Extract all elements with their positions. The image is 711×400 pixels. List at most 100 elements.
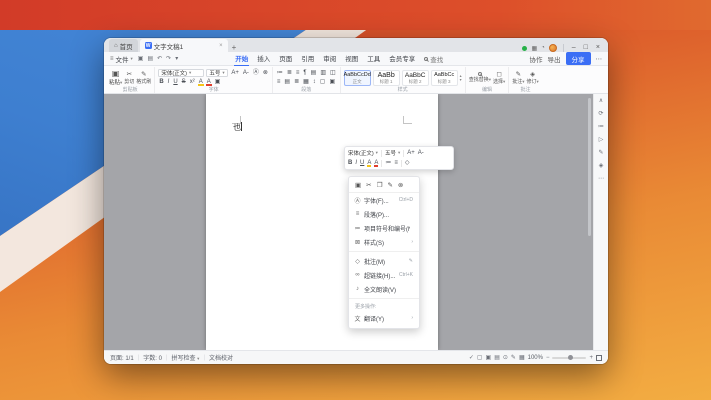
menu-item-comment[interactable]: ◇ 批注(M) ✎ <box>349 254 419 268</box>
style-chip-heading1[interactable]: AaBb 标题 1 <box>373 70 400 86</box>
save-icon[interactable]: ▣ <box>138 55 144 62</box>
align-center-icon[interactable]: ▤ <box>283 78 291 86</box>
tab-tools[interactable]: 工具 <box>366 52 381 65</box>
format-painter-button[interactable]: ✎ 格式刷 <box>136 71 151 85</box>
tab-member[interactable]: 会员专享 <box>388 52 416 65</box>
outline-pane-icon[interactable]: ≔ <box>598 123 604 130</box>
collapse-ribbon-icon[interactable]: ∧ <box>599 97 603 104</box>
zoom-level[interactable]: 100% <box>528 355 543 361</box>
tab-view[interactable]: 视图 <box>344 52 359 65</box>
delete-icon[interactable]: ⊗ <box>398 181 403 189</box>
select-button[interactable]: ◻ 选择▾ <box>493 71 505 85</box>
edit-mode-icon[interactable]: ✎ <box>511 354 516 361</box>
mini-list-icon[interactable]: ≔ <box>385 159 391 167</box>
export-button[interactable]: 导出 <box>548 54 561 64</box>
zoom-in-icon[interactable]: + <box>589 355 593 361</box>
clear-format-icon[interactable]: ⊗ <box>262 69 269 77</box>
mini-font-select[interactable]: 宋体(正文)▾ <box>348 149 378 157</box>
font-family-select[interactable]: 宋体(正文)▾ <box>158 69 204 77</box>
highlight-color-icon[interactable]: A <box>198 78 204 86</box>
fullwidth-icon[interactable]: ▦ <box>519 354 525 361</box>
menu-item-translate[interactable]: 文 翻译(Y) › <box>349 311 419 325</box>
border-icon[interactable]: ▣ <box>328 78 336 86</box>
minimize-button[interactable]: – <box>570 44 578 52</box>
mini-font-color-icon[interactable]: A <box>374 159 378 167</box>
char-border-icon[interactable]: ▣ <box>214 78 222 86</box>
menu-item-bullets-numbering[interactable]: ≔ 项目符号和编号(N)... <box>349 221 419 235</box>
history-icon[interactable]: ⟳ <box>598 110 603 117</box>
cloud-sync-status-icon[interactable] <box>522 46 527 51</box>
bookmark-icon[interactable]: ▷ <box>599 136 604 143</box>
columns-icon[interactable]: ◫ <box>329 69 337 77</box>
share-button[interactable]: 分享 <box>566 52 591 65</box>
user-avatar[interactable] <box>549 44 557 52</box>
document-text[interactable]: 也 <box>233 122 242 133</box>
menu-more-icon[interactable]: ⋯ <box>596 55 603 63</box>
revise-button[interactable]: ◈ 修订▾ <box>527 71 539 85</box>
fullscreen-icon[interactable] <box>596 355 602 361</box>
style-chip-heading2[interactable]: AaBbC 标题 2 <box>402 70 429 86</box>
grow-font-icon[interactable]: A+ <box>230 69 240 77</box>
collab-button[interactable]: 协作 <box>530 54 543 64</box>
menu-item-read-aloud[interactable]: ♪ 全文朗读(V) <box>349 282 419 296</box>
underline-icon[interactable]: U <box>172 78 178 86</box>
document-canvas[interactable]: 也 宋体(正文)▾ 五号▾ A+ A- B I U A <box>104 94 608 350</box>
justify-icon[interactable]: ▦ <box>302 78 310 86</box>
tab-insert[interactable]: 插入 <box>256 52 271 65</box>
mini-italic-icon[interactable]: I <box>355 159 357 167</box>
number-list-icon[interactable]: ≣ <box>286 69 293 77</box>
find-replace-button[interactable]: 查找替换▾ <box>469 72 491 83</box>
menu-item-font[interactable]: Ⓐ 字体(F)... Ctrl+D <box>349 193 419 207</box>
spell-check-status[interactable]: 拼写检查 ▾ <box>171 353 199 362</box>
word-count[interactable]: 字数: 0 <box>143 353 162 362</box>
decrease-indent-icon[interactable]: ≡ <box>295 69 301 77</box>
undo-icon[interactable]: ↶ <box>157 55 162 62</box>
phonetic-guide-icon[interactable]: Ⓐ <box>252 69 260 77</box>
redo-icon[interactable]: ↷ <box>166 55 171 62</box>
align-left-icon[interactable]: ≡ <box>276 78 282 86</box>
zoom-slider-knob[interactable] <box>568 355 573 360</box>
maximize-button[interactable]: □ <box>582 44 590 52</box>
page-indicator[interactable]: 页面: 1/1 <box>110 353 134 362</box>
strikethrough-icon[interactable]: S <box>181 78 187 86</box>
paragraph-mark-icon[interactable]: ¶ <box>302 69 307 77</box>
align-right-icon[interactable]: ≣ <box>293 78 300 86</box>
comment-button[interactable]: ✎ 批注▾ <box>512 71 524 85</box>
mini-align-icon[interactable]: ≡ <box>394 159 398 167</box>
print-icon[interactable]: ▤ <box>147 55 153 62</box>
proofread-button[interactable]: 文档校对 <box>209 353 233 362</box>
more-tools-icon[interactable]: ⋯ <box>598 175 604 182</box>
shading-icon[interactable]: ▢ <box>319 78 327 86</box>
paste-icon[interactable]: ▣ <box>355 181 361 189</box>
font-size-select[interactable]: 五号▾ <box>206 69 228 77</box>
menu-item-hyperlink[interactable]: ∞ 超链接(H)... Ctrl+K <box>349 268 419 282</box>
cut-button[interactable]: ✂ 剪切 <box>124 71 134 85</box>
mini-size-select[interactable]: 五号▾ <box>385 149 400 157</box>
mini-shrink-font-icon[interactable]: A- <box>418 149 424 157</box>
style-gallery-scroll[interactable]: ▴▾ <box>460 74 462 82</box>
web-layout-icon[interactable]: ⊙ <box>503 354 508 361</box>
tab-reference[interactable]: 引用 <box>300 52 315 65</box>
search-command-box[interactable]: 查找 <box>424 54 443 64</box>
format-painter-icon[interactable]: ✎ <box>387 181 392 189</box>
annotate-icon[interactable]: ✎ <box>598 149 603 156</box>
paste-button[interactable]: ▣ 粘贴▾ <box>109 69 122 86</box>
menu-item-paragraph[interactable]: ≡ 段落(P)... <box>349 207 419 221</box>
close-button[interactable]: × <box>594 44 602 52</box>
style-chip-heading3[interactable]: AaBbCc 标题 3 <box>431 70 458 86</box>
tab-review[interactable]: 审阅 <box>322 52 337 65</box>
copy-icon[interactable]: ❐ <box>377 181 383 189</box>
mini-bold-icon[interactable]: B <box>348 159 352 167</box>
bold-icon[interactable]: B <box>158 78 164 86</box>
read-mode-icon[interactable]: ▢ <box>477 354 483 361</box>
zoom-out-icon[interactable]: − <box>546 355 550 361</box>
increase-indent-icon[interactable]: ▤ <box>310 69 318 77</box>
italic-icon[interactable]: I <box>167 78 171 86</box>
tab-home[interactable]: 开始 <box>234 52 249 66</box>
file-menu-button[interactable]: ≡ 文件 ▾ <box>110 54 133 64</box>
style-chip-normal[interactable]: AaBbCcDd 正文 <box>344 70 371 86</box>
message-icon[interactable]: ◔ <box>541 45 545 51</box>
print-layout-icon[interactable]: ▣ <box>486 354 492 361</box>
vertical-scrollbar[interactable] <box>588 98 591 236</box>
font-color-icon[interactable]: A <box>206 78 212 86</box>
